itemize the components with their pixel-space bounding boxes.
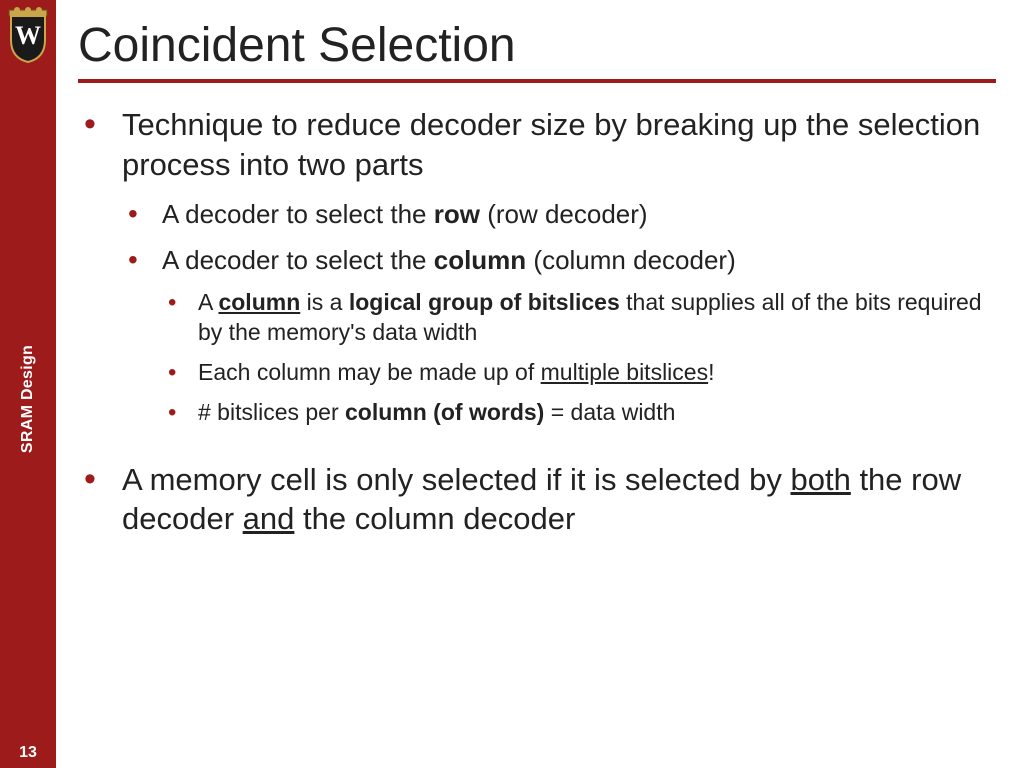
text: # bitslices per xyxy=(198,399,345,425)
text: is a xyxy=(300,289,349,315)
text: A memory cell is only selected if it is … xyxy=(122,462,790,497)
bullet-l1-0: Technique to reduce decoder size by brea… xyxy=(78,105,996,428)
slide: W SRAM Design 13 Coincident Selection Te… xyxy=(0,0,1024,768)
bullet-l2-1: A decoder to select the column (column d… xyxy=(122,244,996,427)
text-underline: and xyxy=(243,501,295,536)
bullet-l2-0: A decoder to select the row (row decoder… xyxy=(122,198,996,232)
slide-title: Coincident Selection xyxy=(78,18,996,73)
sidebar: W SRAM Design 13 xyxy=(0,0,56,768)
svg-text:W: W xyxy=(15,21,41,50)
text: (column decoder) xyxy=(526,245,736,275)
page-number: 13 xyxy=(0,744,56,762)
bullet-l1-1: A memory cell is only selected if it is … xyxy=(78,460,996,539)
content-area: Coincident Selection Technique to reduce… xyxy=(56,0,1024,768)
text-underline: multiple bitslices xyxy=(541,359,708,385)
bullet-l3-1: Each column may be made up of multiple b… xyxy=(162,358,996,388)
text-underline: both xyxy=(790,462,850,497)
crest-icon: W xyxy=(5,4,51,69)
text: A decoder to select the xyxy=(162,245,434,275)
bullet-list-level2: A decoder to select the row (row decoder… xyxy=(122,198,996,427)
title-rule xyxy=(78,79,996,83)
text: A xyxy=(198,289,218,315)
text: Technique to reduce decoder size by brea… xyxy=(122,107,980,182)
text-bold: column (of words) xyxy=(345,399,544,425)
text: A decoder to select the xyxy=(162,199,434,229)
text-bold-underline: column xyxy=(218,289,300,315)
bullet-l3-0: A column is a logical group of bitslices… xyxy=(162,288,996,348)
text: (row decoder) xyxy=(480,199,648,229)
text: = data width xyxy=(544,399,675,425)
sidebar-label: SRAM Design xyxy=(19,345,37,453)
text-bold: column xyxy=(434,245,526,275)
text: Each column may be made up of xyxy=(198,359,541,385)
text-bold: logical group of bitslices xyxy=(349,289,620,315)
bullet-list-level1: Technique to reduce decoder size by brea… xyxy=(78,105,996,539)
text: ! xyxy=(708,359,714,385)
bullet-l3-2: # bitslices per column (of words) = data… xyxy=(162,398,996,428)
text: the column decoder xyxy=(294,501,575,536)
text-bold: row xyxy=(434,199,480,229)
bullet-list-level3: A column is a logical group of bitslices… xyxy=(162,288,996,428)
